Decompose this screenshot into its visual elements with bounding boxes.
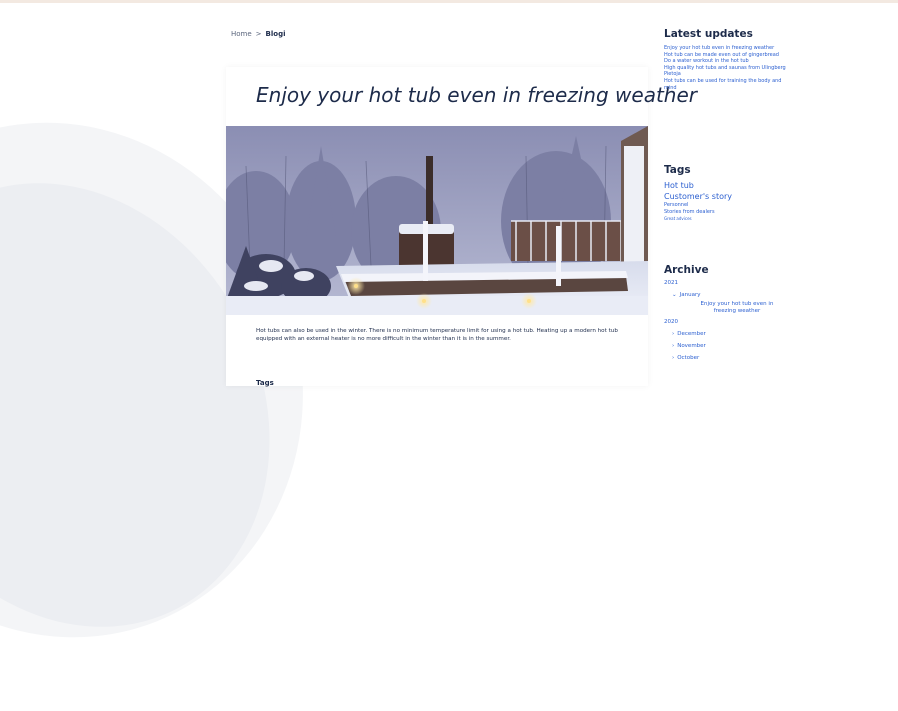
sidebar: Latest updates Enjoy your hot tub even i…: [664, 28, 794, 361]
breadcrumb-home-link[interactable]: Home: [231, 30, 252, 38]
archive-month-label: December: [677, 331, 706, 337]
article-hero-image: [226, 126, 648, 315]
tag-hot-tub[interactable]: Hot tub: [664, 180, 732, 191]
tag-stories-from-dealers[interactable]: Stories from dealers: [664, 209, 732, 216]
archive-month-label: November: [677, 343, 706, 349]
latest-updates-heading: Latest updates: [664, 28, 753, 40]
archive-month-label: January: [679, 292, 701, 298]
article-card: Enjoy your hot tub even in freezing weat…: [226, 67, 697, 387]
archive-post-link[interactable]: Enjoy your hot tub even in freezing weat…: [692, 301, 782, 315]
archive-month-december[interactable]: › December: [672, 331, 794, 337]
archive-month-october[interactable]: › October: [672, 355, 794, 361]
archive-month-november[interactable]: › November: [672, 343, 794, 349]
archive-month-january[interactable]: ⌄ January: [672, 292, 794, 298]
article-intro: Hot tubs can also be used in the winter.…: [256, 328, 618, 342]
chevron-down-icon: ⌄: [672, 292, 677, 298]
archive-month-label: October: [677, 355, 700, 361]
breadcrumb-separator: >: [255, 30, 262, 38]
latest-update-link[interactable]: High quality hot tubs and saunas from Ul…: [664, 65, 794, 78]
tags-heading: Tags: [664, 164, 691, 176]
chevron-right-icon: ›: [672, 331, 675, 337]
tag-personnel[interactable]: Personnel: [664, 202, 732, 209]
tag-cloud: Tags Hot tub Customer's story Personnel …: [664, 164, 732, 221]
tag-great-advices[interactable]: Great advices: [664, 216, 732, 221]
chevron-right-icon: ›: [672, 355, 675, 361]
tag-customers-story[interactable]: Customer's story: [664, 191, 732, 202]
chevron-right-icon: ›: [672, 343, 675, 349]
latest-update-link[interactable]: Hot tub can be made even out of gingerbr…: [664, 52, 794, 59]
article-title: Enjoy your hot tub even in freezing weat…: [256, 83, 697, 107]
latest-updates-list: Enjoy your hot tub even in freezing weat…: [664, 45, 794, 91]
archive-heading: Archive: [664, 264, 709, 276]
archive: Archive 2021 ⌄ January Enjoy your hot tu…: [664, 264, 794, 361]
latest-update-link[interactable]: Do a water workout in the hot tub: [664, 58, 794, 65]
archive-year-2021[interactable]: 2021: [664, 280, 794, 286]
latest-update-link[interactable]: Hot tubs can be used for training the bo…: [664, 78, 794, 91]
breadcrumb: Home > Blogi: [231, 30, 286, 38]
latest-update-link[interactable]: Enjoy your hot tub even in freezing weat…: [664, 45, 794, 52]
breadcrumb-current: Blogi: [265, 30, 286, 38]
archive-year-2020[interactable]: 2020: [664, 319, 794, 325]
top-accent-line: [0, 0, 898, 3]
